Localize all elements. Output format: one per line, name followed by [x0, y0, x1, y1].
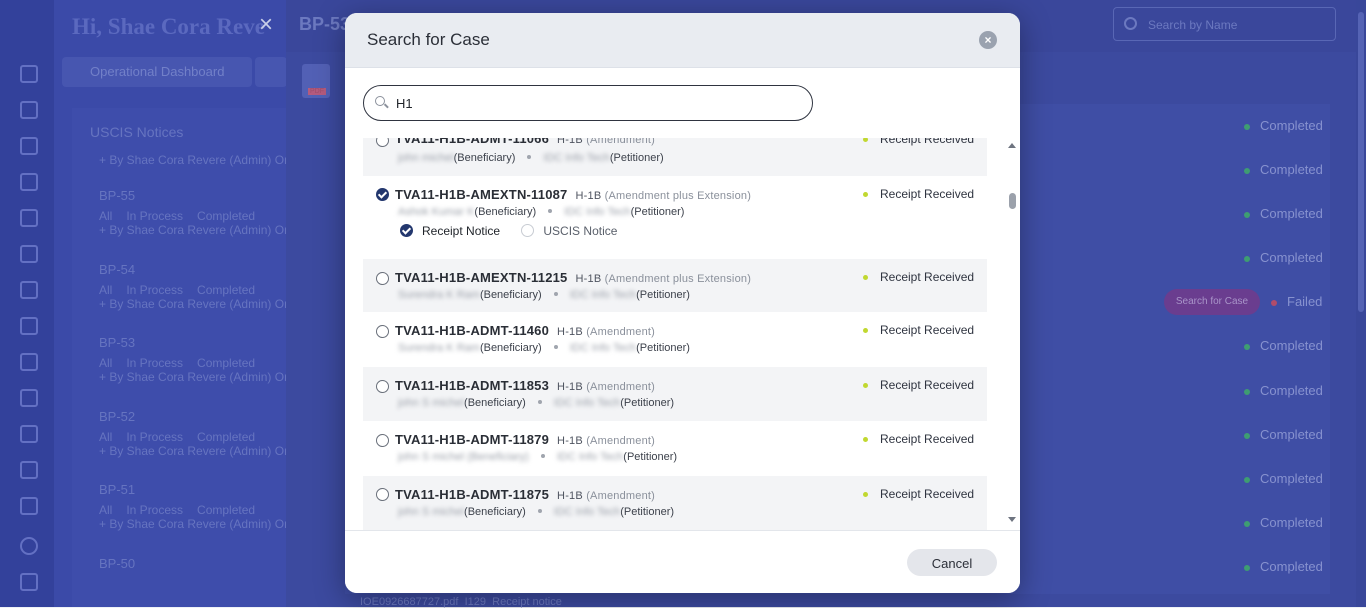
chat-icon[interactable] — [20, 245, 38, 263]
document-type-options: Receipt Notice USCIS Notice — [400, 224, 635, 238]
search-icon — [375, 96, 385, 106]
list-item[interactable]: TVA11-H1B-ADMT-11879 H-1B (Amendment) joh… — [363, 421, 987, 476]
case-parties: Surendra K Ram(Beneficiary) IDC Info Tech… — [398, 342, 690, 354]
search-by-name-input[interactable]: Search by Name — [1113, 7, 1336, 41]
case-id: TVA11-H1B-ADMT-11460 H-1B (Amendment) — [395, 323, 656, 338]
scroll-down-arrow-icon[interactable] — [1008, 517, 1016, 522]
status-badge: Completed — [1244, 427, 1323, 442]
case-search-input[interactable] — [396, 92, 796, 114]
uscis-notice-option[interactable]: USCIS Notice — [521, 224, 617, 238]
case-parties: Ashok Kumar K(Beneficiary) IDC Info Tech(… — [398, 206, 685, 218]
list-item[interactable]: BP-50 — [99, 556, 135, 577]
cancel-button[interactable]: Cancel — [907, 549, 997, 576]
case-id: TVA11-H1B-AMEXTN-11215 H-1B (Amendment pl… — [395, 270, 752, 285]
case-radio-selected[interactable] — [376, 188, 389, 201]
case-parties: john michel(Beneficiary) IDC Info Tech(Pe… — [398, 152, 664, 164]
case-parties: john S michel (Beneficiary) IDC Info Tech… — [398, 451, 678, 463]
case-radio[interactable] — [376, 272, 389, 285]
case-id: TVA11-H1B-ADMT-11879 H-1B (Amendment) — [395, 432, 656, 447]
documents-icon[interactable] — [20, 137, 38, 155]
dialog-footer: Cancel — [345, 530, 1020, 593]
help-icon[interactable] — [20, 537, 38, 555]
list-item[interactable]: BP-53 All In Process Completed + By Shae C… — [99, 335, 307, 384]
case-results-list[interactable]: TVA11-H1B-ADMT-11066 H-1B (Amendment) joh… — [363, 138, 987, 530]
case-search-field[interactable] — [363, 85, 813, 121]
case-parties: Surendra K Ram(Beneficiary) IDC Info Tech… — [398, 289, 690, 301]
tab-operational-dashboard[interactable]: Operational Dashboard — [62, 57, 253, 87]
list-item[interactable]: TVA11-H1B-ADMT-11875 H-1B (Amendment) joh… — [363, 476, 987, 530]
case-status: Receipt Received — [863, 323, 974, 337]
pdf-icon — [302, 64, 330, 98]
list-item[interactable]: TVA11-H1B-AMEXTN-11087 H-1B (Amendment pl… — [363, 176, 987, 259]
case-parties: john S michel(Beneficiary) IDC Info Tech(… — [398, 397, 675, 409]
grid-icon[interactable] — [20, 353, 38, 371]
status-badge: Completed — [1244, 471, 1323, 486]
status-badge: Completed — [1244, 206, 1323, 221]
user-icon[interactable] — [20, 425, 38, 443]
users-icon[interactable] — [20, 461, 38, 479]
search-for-case-button[interactable]: Search for Case — [1164, 289, 1260, 315]
case-radio[interactable] — [376, 325, 389, 338]
file-row[interactable]: IOE0926687727.pdf I129 Receipt notice — [360, 596, 562, 608]
search-for-case-dialog: Search for Case × TVA11-H1B-ADMT-11066H-… — [345, 13, 1020, 593]
case-radio[interactable] — [376, 488, 389, 501]
search-icon — [1124, 17, 1137, 30]
page-heading: BP-53 — [299, 14, 351, 34]
message-icon[interactable] — [20, 497, 38, 515]
settings-icon[interactable] — [20, 389, 38, 407]
case-status: Receipt Received — [863, 432, 974, 446]
list-item[interactable]: TVA11-H1B-ADMT-11853 H-1B (Amendment) joh… — [363, 367, 987, 421]
list-item[interactable]: TVA11-H1B-ADMT-11066 H-1B (Amendment) joh… — [363, 138, 987, 176]
panel-title: USCIS Notices — [90, 124, 184, 140]
dialog-header: Search for Case × — [345, 13, 1020, 68]
status-badge: Completed — [1244, 162, 1323, 177]
dashboard-icon[interactable] — [20, 65, 38, 83]
case-status: Receipt Received — [863, 270, 974, 284]
close-icon[interactable]: × — [979, 31, 997, 49]
status-badge: Completed — [1244, 383, 1323, 398]
folder-icon[interactable] — [20, 209, 38, 227]
case-status: Receipt Received — [863, 487, 974, 501]
scroll-up-arrow-icon[interactable] — [1008, 143, 1016, 148]
list-icon[interactable] — [20, 573, 38, 591]
list-item[interactable]: TVA11-H1B-AMEXTN-11215 H-1B (Amendment pl… — [363, 259, 987, 312]
status-badge: Failed — [1271, 294, 1322, 309]
case-id: TVA11-H1B-ADMT-11875 H-1B (Amendment) — [395, 487, 656, 502]
list-item[interactable]: + By Shae Cora Revere (Admin) On Ju — [99, 153, 307, 167]
case-id: TVA11-H1B-ADMT-11853 H-1B (Amendment) — [395, 378, 656, 393]
close-icon[interactable]: × — [249, 8, 283, 42]
forms-icon[interactable] — [20, 317, 38, 335]
status-badge: Completed — [1244, 250, 1323, 265]
page-scrollbar[interactable] — [1356, 0, 1366, 607]
list-scrollbar[interactable] — [1005, 143, 1019, 527]
list-item[interactable]: BP-51 All In Process Completed + By Shae C… — [99, 482, 307, 531]
status-badge: Completed — [1244, 338, 1323, 353]
dialog-title: Search for Case — [367, 30, 490, 49]
scroll-thumb[interactable] — [1009, 193, 1016, 209]
reports-icon[interactable] — [20, 173, 38, 191]
receipt-notice-option[interactable]: Receipt Notice — [400, 224, 500, 238]
case-id: TVA11-H1B-ADMT-11066 H-1B (Amendment) — [395, 138, 656, 146]
case-parties: john S michel(Beneficiary) IDC Info Tech(… — [398, 506, 675, 518]
greeting-heading: Hi, Shae Cora Reve — [72, 14, 265, 39]
status-badge: Completed — [1244, 515, 1323, 530]
status-badge: Completed — [1244, 118, 1323, 133]
case-status: Receipt Received — [863, 378, 974, 392]
list-item[interactable]: BP-54 All In Process Completed + By Shae C… — [99, 262, 307, 311]
calendar-icon[interactable] — [20, 281, 38, 299]
case-radio[interactable] — [376, 434, 389, 447]
tab-next[interactable] — [255, 57, 287, 87]
case-status: Receipt Received — [863, 138, 974, 146]
case-radio[interactable] — [376, 380, 389, 393]
list-item[interactable]: BP-55 All In Process Completed + By Shae C… — [99, 188, 307, 237]
cases-icon[interactable] — [20, 101, 38, 119]
case-status: Receipt Received — [863, 187, 974, 201]
case-radio[interactable] — [376, 138, 389, 147]
list-item[interactable]: BP-52 All In Process Completed + By Shae C… — [99, 409, 307, 458]
side-rail — [0, 0, 54, 607]
list-item[interactable]: TVA11-H1B-ADMT-11460 H-1B (Amendment) Sur… — [363, 312, 987, 367]
status-badge: Completed — [1244, 559, 1323, 574]
case-id: TVA11-H1B-AMEXTN-11087 H-1B (Amendment pl… — [395, 187, 752, 202]
